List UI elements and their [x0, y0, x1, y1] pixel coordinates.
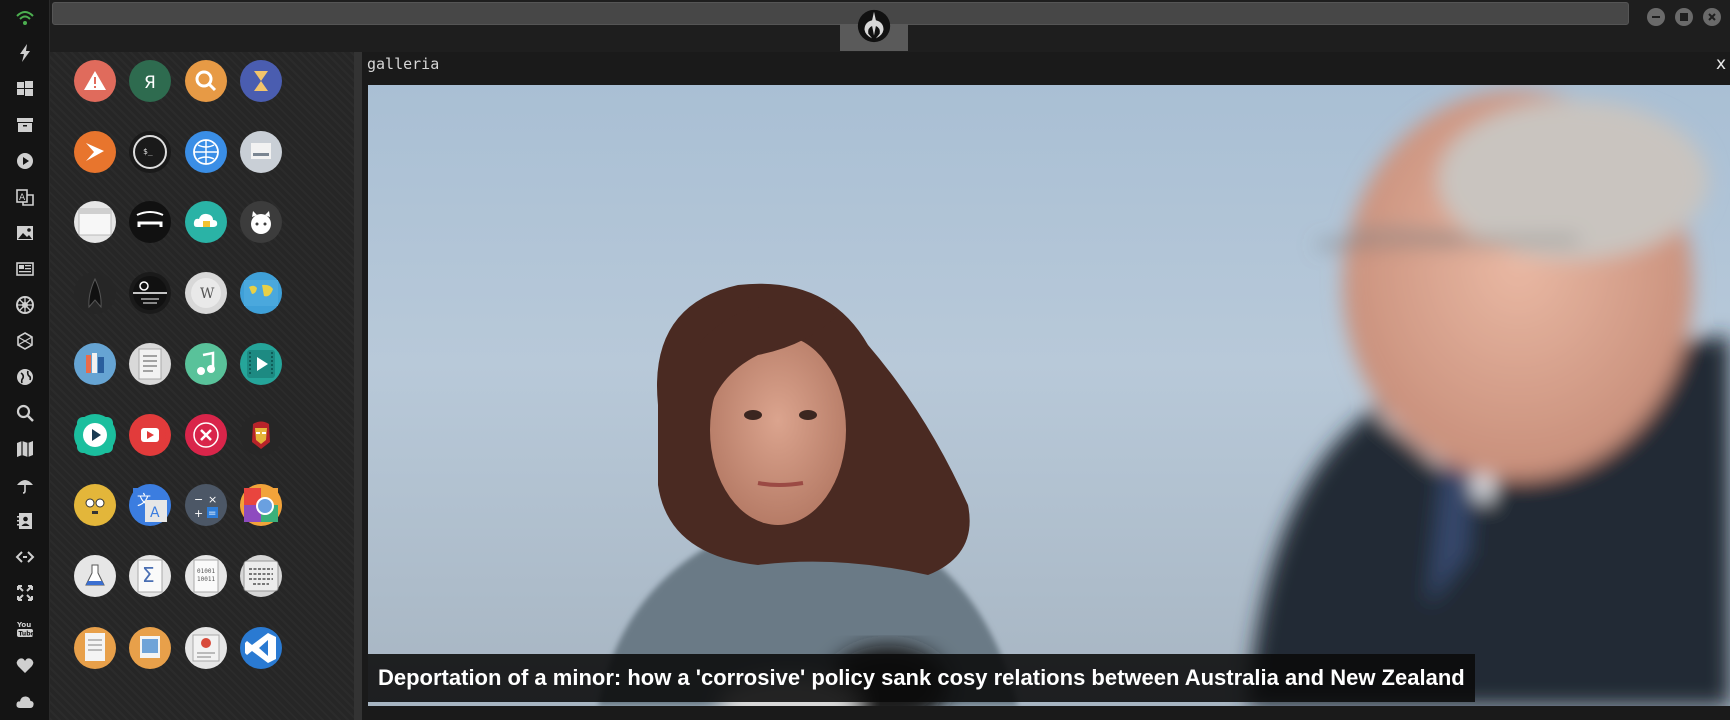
- terminal-icon[interactable]: $_: [129, 131, 171, 173]
- image-icon[interactable]: [13, 221, 37, 245]
- search-app-icon[interactable]: [185, 60, 227, 102]
- youtube-icon[interactable]: You Tube: [13, 617, 37, 641]
- video-icon[interactable]: [240, 343, 282, 385]
- sigma-icon[interactable]: Σ: [129, 555, 171, 597]
- github-icon[interactable]: [240, 201, 282, 243]
- svg-text:A: A: [19, 193, 26, 203]
- contact-book-icon[interactable]: [13, 509, 37, 533]
- minimize-icon[interactable]: [1647, 8, 1665, 26]
- sublime-icon[interactable]: [74, 131, 116, 173]
- cloud-lock-icon[interactable]: [185, 201, 227, 243]
- search-icon[interactable]: [13, 401, 37, 425]
- archive-icon[interactable]: [13, 113, 37, 137]
- text-file-icon[interactable]: [74, 627, 116, 669]
- presentation-icon[interactable]: [185, 627, 227, 669]
- code-icon[interactable]: [13, 545, 37, 569]
- maximize-icon[interactable]: [1675, 8, 1693, 26]
- globe-app-icon[interactable]: [185, 131, 227, 173]
- youtube-app-icon[interactable]: [129, 414, 171, 456]
- news-photo[interactable]: [368, 85, 1730, 706]
- close-icon[interactable]: [1703, 8, 1721, 26]
- play-circle-icon[interactable]: [13, 149, 37, 173]
- rebel-alliance-icon[interactable]: [855, 7, 893, 45]
- translate-app-icon[interactable]: 文A: [129, 484, 171, 526]
- svg-text:+: +: [194, 507, 203, 520]
- picture-app-icon[interactable]: [129, 627, 171, 669]
- expand-icon[interactable]: [13, 581, 37, 605]
- cloud-icon[interactable]: [13, 690, 37, 714]
- c3po-icon[interactable]: [74, 484, 116, 526]
- lightning-icon[interactable]: [13, 41, 37, 65]
- taskbar-track: [52, 2, 1629, 25]
- svg-text:W: W: [200, 286, 215, 302]
- windows-icon[interactable]: [13, 77, 37, 101]
- heart-icon[interactable]: [13, 654, 37, 678]
- wifi-icon[interactable]: [13, 6, 37, 30]
- umbrella-icon[interactable]: [13, 473, 37, 497]
- svg-text:=: =: [208, 508, 216, 519]
- vscode-icon[interactable]: [240, 627, 282, 669]
- yandex-icon[interactable]: Я: [129, 60, 171, 102]
- books-icon[interactable]: [74, 343, 116, 385]
- cancel-app-icon[interactable]: [185, 414, 227, 456]
- keyboard-icon[interactable]: [240, 555, 282, 597]
- hexagon-icon[interactable]: [13, 329, 37, 353]
- svg-text:01001: 01001: [197, 568, 215, 575]
- svg-text:Σ: Σ: [142, 563, 155, 587]
- document-icon[interactable]: [129, 343, 171, 385]
- galleria-window: galleria x Deportation of a minor: how a…: [362, 52, 1730, 720]
- hourglass-icon[interactable]: [240, 60, 282, 102]
- ironman-icon[interactable]: [240, 414, 282, 456]
- calculator-icon[interactable]: − × + =: [185, 484, 227, 526]
- translate-icon[interactable]: A: [13, 185, 37, 209]
- binary-icon[interactable]: 01001 10011: [185, 555, 227, 597]
- svg-text:−: −: [194, 493, 203, 506]
- top-bar: [50, 0, 1730, 52]
- dash-app-icon[interactable]: [129, 201, 171, 243]
- news-icon[interactable]: [13, 257, 37, 281]
- globe-icon[interactable]: [13, 365, 37, 389]
- world-map-icon[interactable]: [240, 272, 282, 314]
- printer-icon[interactable]: [240, 131, 282, 173]
- svg-text:$_: $_: [143, 147, 153, 156]
- svg-text:A: A: [150, 505, 160, 521]
- app-launcher-grid: Я $_ W 文 A − × + = Σ 01001 10011: [50, 52, 354, 720]
- panel-divider[interactable]: [354, 52, 362, 720]
- svg-text:Tube: Tube: [19, 631, 35, 638]
- flask-icon[interactable]: [74, 555, 116, 597]
- svg-text:Я: Я: [144, 73, 156, 93]
- warning-icon[interactable]: [74, 60, 116, 102]
- close-button[interactable]: x: [1716, 54, 1726, 74]
- starfleet-icon[interactable]: [74, 272, 116, 314]
- left-dock: A You Tube: [0, 0, 50, 720]
- music-icon[interactable]: [185, 343, 227, 385]
- player-icon[interactable]: [74, 414, 116, 456]
- map-icon[interactable]: [13, 437, 37, 461]
- svg-text:You: You: [16, 621, 31, 629]
- wikipedia-icon[interactable]: W: [185, 272, 227, 314]
- window-app-icon[interactable]: [74, 201, 116, 243]
- window-title: galleria: [367, 55, 440, 73]
- photo-caption: Deportation of a minor: how a 'corrosive…: [368, 654, 1475, 702]
- death-star-icon[interactable]: [129, 272, 171, 314]
- svg-text:10011: 10011: [197, 576, 215, 583]
- color-picker-icon[interactable]: [240, 484, 282, 526]
- photo-illustration: [598, 90, 1730, 706]
- svg-text:×: ×: [208, 493, 217, 506]
- galactic-empire-icon[interactable]: [13, 293, 37, 317]
